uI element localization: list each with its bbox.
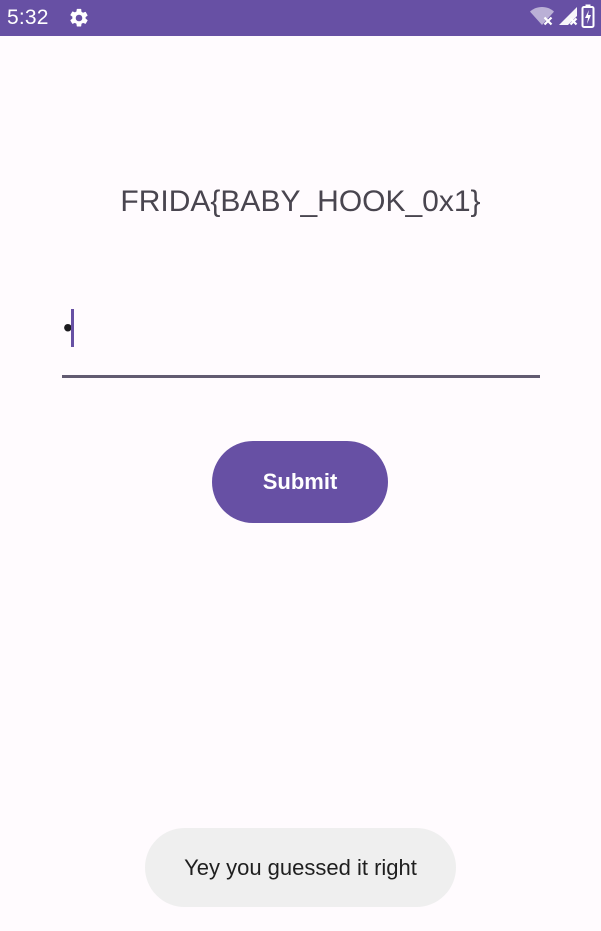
guess-input-wrapper[interactable]: • [62, 300, 540, 378]
wifi-off-icon [529, 5, 555, 32]
settings-icon [68, 7, 90, 29]
toast-message: Yey you guessed it right [145, 828, 456, 907]
text-cursor [71, 309, 74, 347]
status-bar: 5:32 [0, 0, 601, 36]
signal-off-icon [557, 5, 579, 32]
input-underline [62, 375, 540, 378]
guess-input[interactable] [62, 300, 540, 376]
battery-charging-icon [581, 4, 595, 33]
flag-text: FRIDA{BABY_HOOK_0x1} [120, 185, 481, 218]
status-icons [529, 4, 595, 33]
status-time: 5:32 [7, 6, 49, 29]
submit-button[interactable]: Submit [212, 441, 388, 523]
